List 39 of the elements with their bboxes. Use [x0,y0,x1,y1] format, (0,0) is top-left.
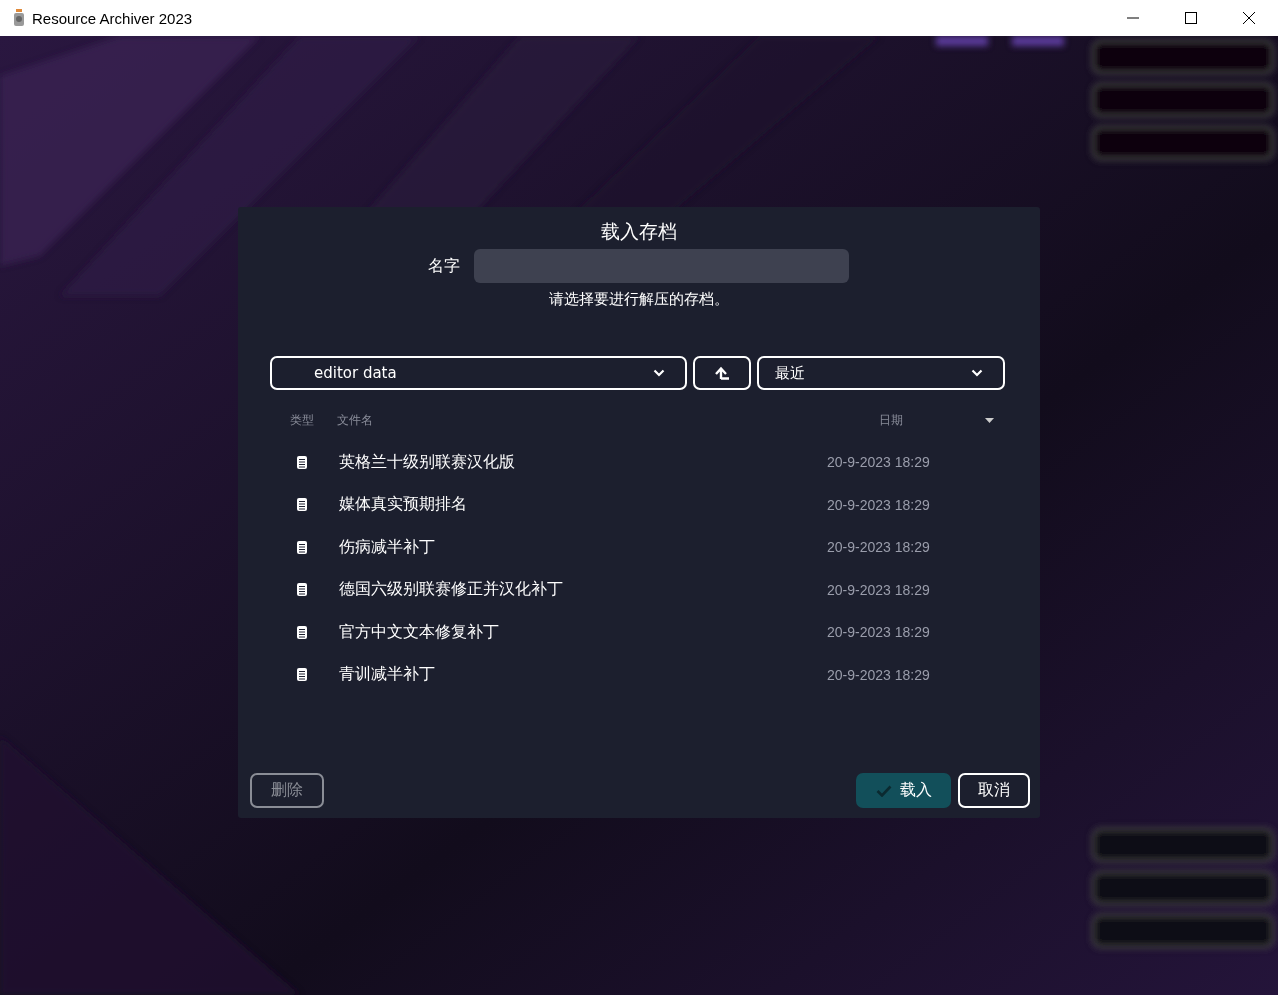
sort-dropdown[interactable]: 最近 [757,356,1005,390]
column-header[interactable]: 日期 [879,411,969,429]
file-name[interactable]: 青训减半补丁 [339,664,827,686]
file-name[interactable]: 官方中文文本修复补丁 [339,621,827,643]
close-icon [1243,12,1255,24]
file-icon [297,625,307,639]
maximize-icon [1185,12,1197,24]
sort-caret-icon[interactable] [985,417,994,423]
column-header[interactable]: 文件名 [337,411,879,429]
chevron-down-icon [653,369,665,377]
folder-dropdown[interactable]: editor data [270,356,687,390]
chevron-down-icon [971,369,983,377]
name-label: 名字 [428,255,461,277]
name-field[interactable] [474,249,849,283]
file-date: 20-9-2023 18:29 [827,539,930,556]
file-name[interactable]: 媒体真实预期排名 [339,494,827,516]
up-arrow-icon [714,366,730,380]
file-icon [297,540,307,554]
cancel-button[interactable]: 取消 [958,773,1030,808]
file-icon [297,583,307,597]
window-title: Resource Archiver 2023 [32,9,194,27]
dialog-title: 载入存档 [600,219,678,244]
file-icon [297,498,307,512]
file-name[interactable]: 德国六级别联赛修正并汉化补丁 [339,579,827,601]
column-header[interactable]: 类型 [290,411,337,429]
file-icon [297,668,307,682]
load-button[interactable]: 载入 [856,773,951,808]
file-icon [297,455,307,469]
file-date: 20-9-2023 18:29 [827,624,930,641]
parent-folder-button[interactable] [693,356,751,390]
file-date: 20-9-2023 18:29 [827,454,930,471]
check-icon [875,784,892,797]
hint-text: 请选择要进行解压的存档。 [548,290,730,309]
file-date: 20-9-2023 18:29 [827,496,930,513]
file-date: 20-9-2023 18:29 [827,581,930,598]
file-name[interactable]: 伤病减半补丁 [339,536,827,558]
app-icon [13,9,25,27]
file-date: 20-9-2023 18:29 [827,666,930,683]
file-name[interactable]: 英格兰十级别联赛汉化版 [339,451,827,473]
